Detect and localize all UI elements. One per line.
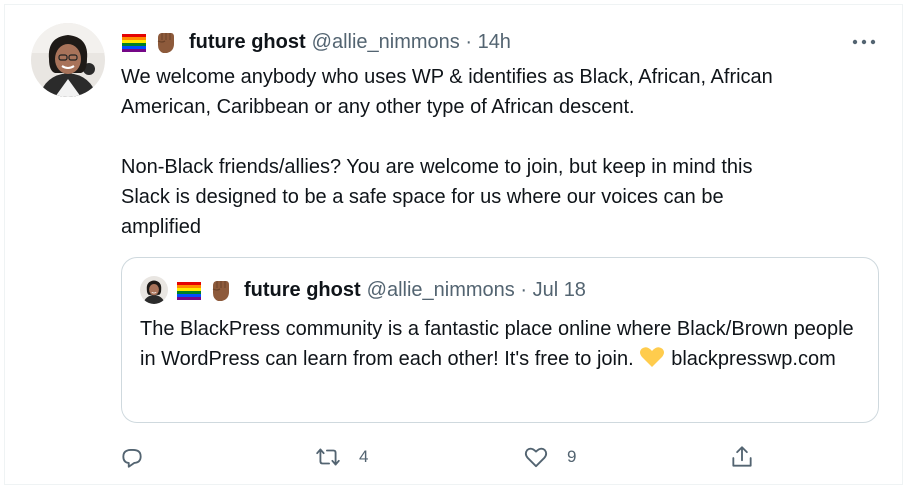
author-avatar[interactable] bbox=[31, 23, 105, 97]
quoted-tweet[interactable]: future ghost @allie_nimmons · Jul 18 The… bbox=[121, 257, 879, 423]
action-bar: 4 9 bbox=[5, 439, 902, 475]
quoted-author-avatar bbox=[140, 276, 168, 304]
retweet-button[interactable]: 4 bbox=[315, 439, 368, 475]
raised-fist-icon bbox=[152, 29, 178, 55]
yellow-heart-icon bbox=[639, 346, 665, 368]
author-handle-time[interactable]: @allie_nimmons · 14h bbox=[312, 31, 511, 54]
reply-button[interactable] bbox=[119, 439, 145, 475]
raised-fist-icon bbox=[207, 277, 233, 303]
share-button[interactable] bbox=[729, 439, 755, 475]
rainbow-flag-icon bbox=[176, 277, 202, 303]
tweet-body: We welcome anybody who uses WP & identif… bbox=[121, 66, 773, 238]
reply-icon bbox=[122, 449, 142, 468]
share-icon bbox=[732, 446, 752, 467]
author-name[interactable]: future ghost bbox=[189, 31, 306, 54]
like-count: 9 bbox=[567, 447, 577, 466]
retweet-icon bbox=[316, 448, 340, 466]
quoted-author-handle-time: @allie_nimmons · Jul 18 bbox=[366, 278, 586, 301]
more-options-icon[interactable] bbox=[850, 33, 878, 51]
quoted-tweet-link[interactable]: blackpresswp.com bbox=[671, 348, 836, 370]
quoted-tweet-text: The BlackPress community is a fantastic … bbox=[140, 314, 860, 374]
quoted-author-name: future ghost bbox=[244, 278, 361, 301]
tweet-card[interactable]: future ghost @allie_nimmons · 14h We wel… bbox=[4, 4, 903, 485]
tweet-header: future ghost @allie_nimmons · 14h bbox=[121, 28, 511, 56]
rainbow-flag-icon bbox=[121, 29, 147, 55]
retweet-count: 4 bbox=[359, 447, 369, 466]
heart-icon bbox=[524, 447, 548, 468]
like-button[interactable]: 9 bbox=[523, 439, 576, 475]
quoted-tweet-header: future ghost @allie_nimmons · Jul 18 bbox=[140, 275, 586, 305]
